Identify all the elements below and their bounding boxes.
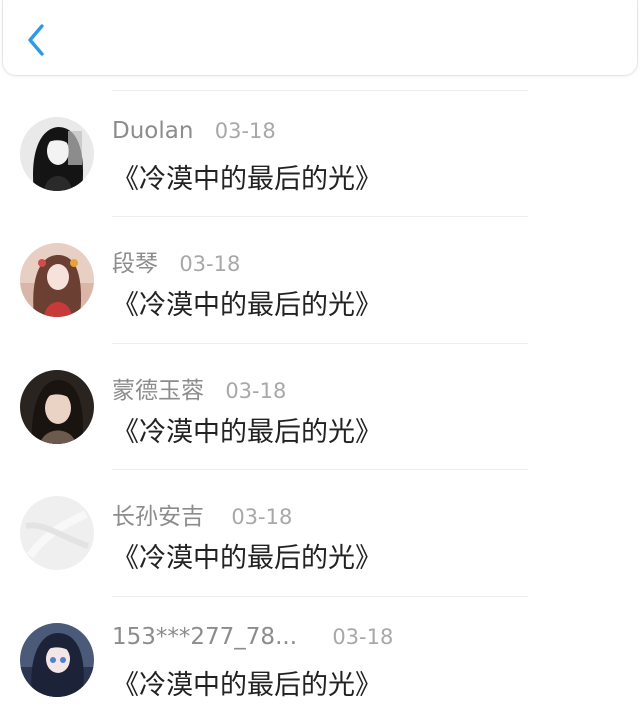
book-title[interactable]: 《冷漠中的最后的光》: [112, 283, 382, 322]
user-name: 长孙安吉: [112, 504, 204, 530]
name-row: 153***277_78... 03-18: [112, 624, 393, 650]
user-name: Duolan: [112, 118, 194, 144]
user-name: 153***277_78...: [112, 624, 297, 650]
chevron-left-icon: [28, 24, 44, 56]
name-row: 蒙德玉蓉 03-18: [112, 371, 286, 405]
date-label: 03-18: [179, 252, 241, 276]
avatar[interactable]: [20, 623, 94, 697]
date-label: 03-18: [332, 625, 394, 649]
book-title[interactable]: 《冷漠中的最后的光》: [112, 410, 382, 449]
reader-list-page: Duolan 03-18 《冷漠中的最后的光》 段琴 03-18 《冷漠中的最后…: [0, 0, 640, 711]
list-item[interactable]: Duolan 03-18 《冷漠中的最后的光》: [0, 91, 640, 217]
date-label: 03-18: [214, 119, 276, 143]
back-button[interactable]: [21, 22, 53, 58]
book-title[interactable]: 《冷漠中的最后的光》: [112, 663, 382, 702]
book-title[interactable]: 《冷漠中的最后的光》: [112, 536, 382, 575]
date-label: 03-18: [225, 379, 287, 403]
list-item[interactable]: 长孙安吉 03-18 《冷漠中的最后的光》: [0, 470, 640, 596]
user-name: 段琴: [112, 251, 158, 277]
avatar[interactable]: [20, 496, 94, 570]
name-row: 长孙安吉 03-18: [112, 497, 292, 531]
user-name: 蒙德玉蓉: [112, 378, 204, 404]
avatar[interactable]: [20, 117, 94, 191]
avatar[interactable]: [20, 243, 94, 317]
list-item[interactable]: 段琴 03-18 《冷漠中的最后的光》: [0, 217, 640, 343]
list-item[interactable]: 蒙德玉蓉 03-18 《冷漠中的最后的光》: [0, 344, 640, 470]
name-row: Duolan 03-18: [112, 118, 276, 144]
date-label: 03-18: [231, 505, 293, 529]
top-bar: [2, 0, 638, 76]
list-item[interactable]: 153***277_78... 03-18 《冷漠中的最后的光》: [0, 597, 640, 711]
avatar[interactable]: [20, 370, 94, 444]
name-row: 段琴 03-18: [112, 244, 240, 278]
book-title[interactable]: 《冷漠中的最后的光》: [112, 157, 382, 196]
